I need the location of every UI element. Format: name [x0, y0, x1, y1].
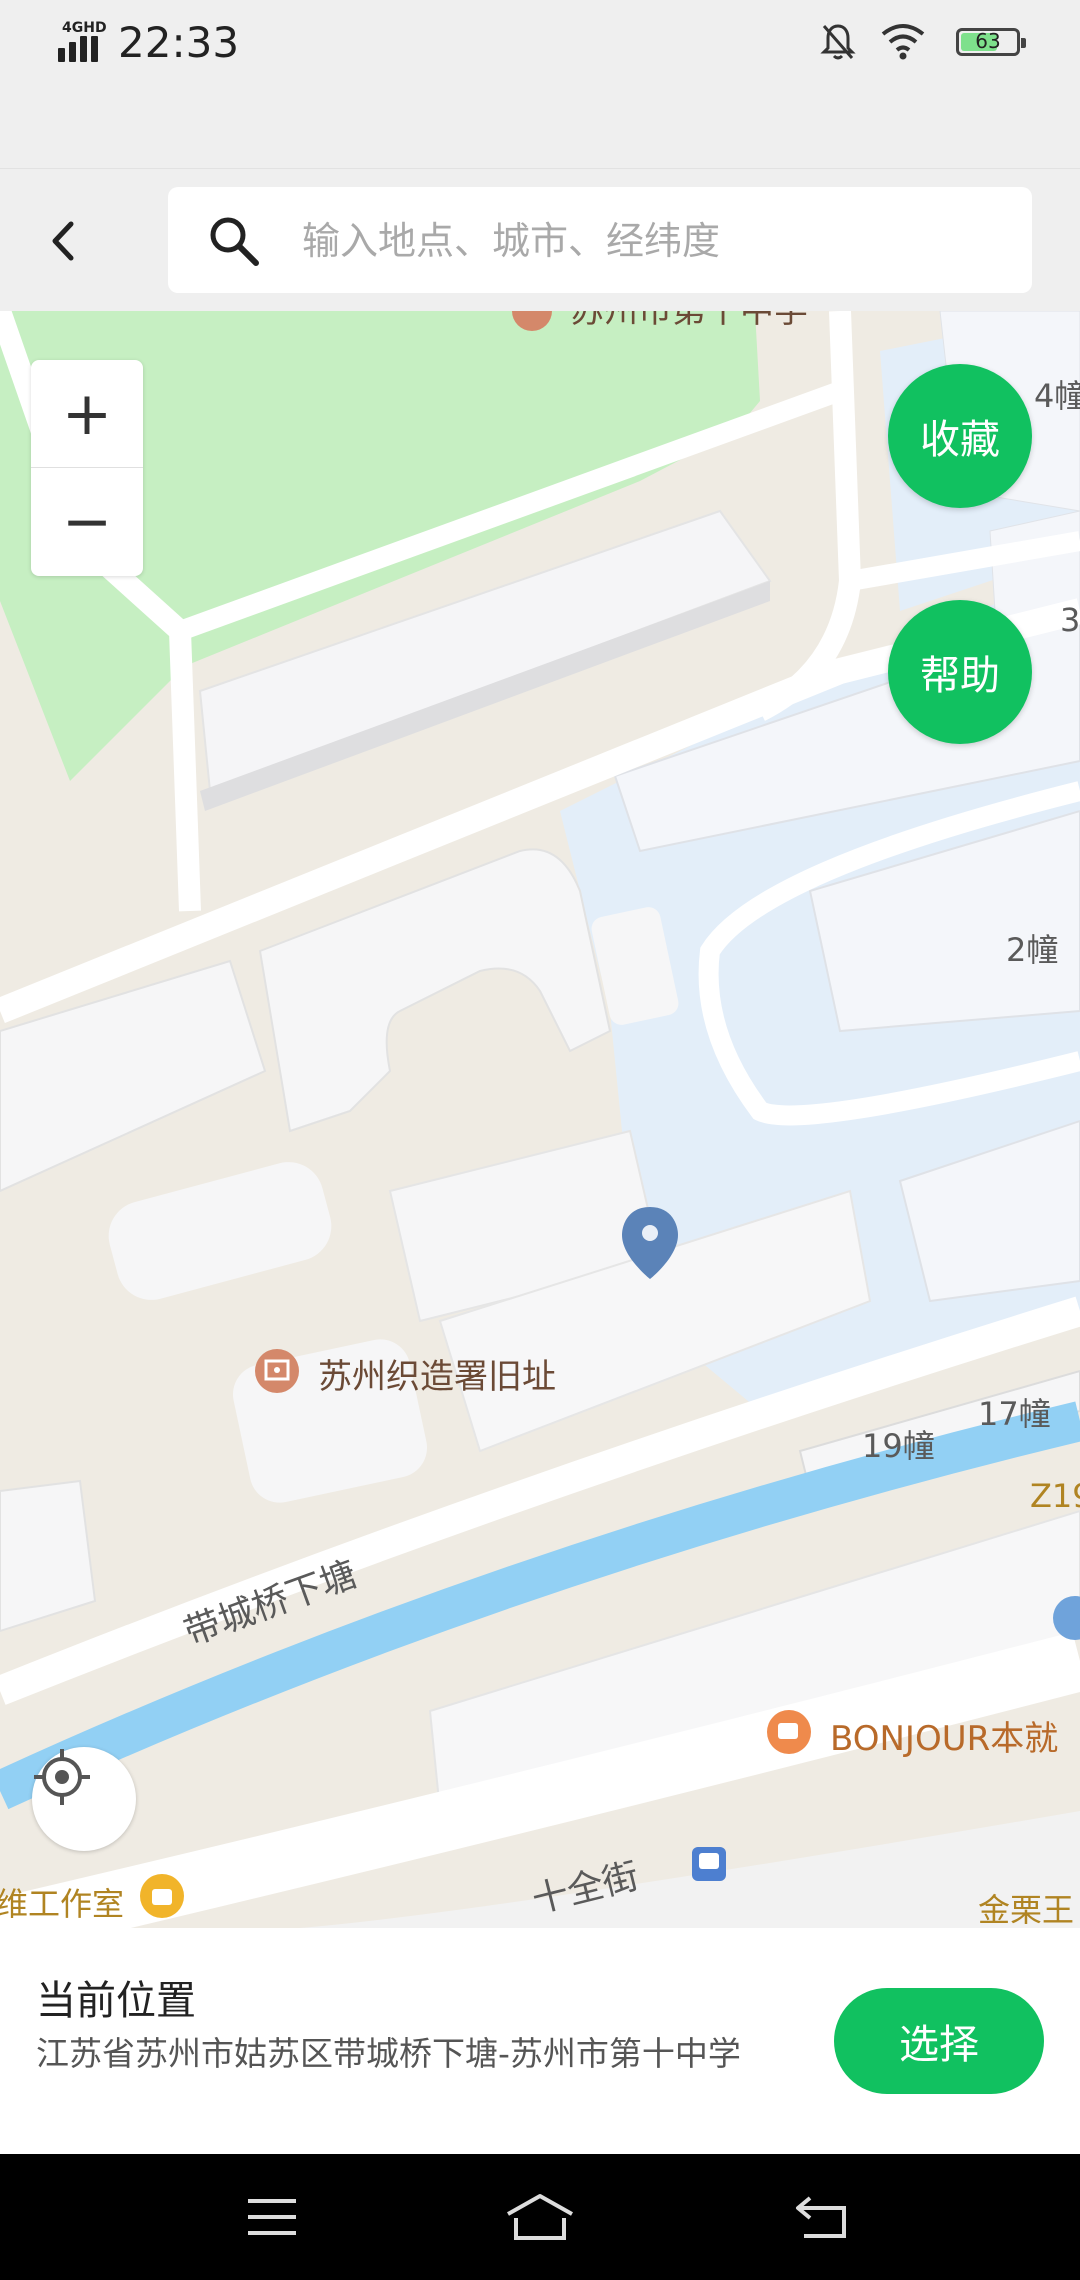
- poi-icon-heritage: [255, 1349, 299, 1393]
- status-bar: 4GHD 22:33 63: [0, 0, 1080, 84]
- map-view[interactable]: 苏州市第十中学 4幢 3 2幢 苏州织造署旧址 19幢 17幢 Z19 带城桥下…: [0, 311, 1080, 1928]
- search-input[interactable]: [300, 187, 1004, 295]
- back-button[interactable]: [30, 199, 94, 283]
- zoom-in-button[interactable]: +: [31, 360, 143, 468]
- home-icon: [507, 2194, 573, 2240]
- search-icon: [210, 217, 259, 266]
- map-label-bonjour: BONJOUR本就: [830, 1719, 1059, 1759]
- map-label-studio: 维工作室: [0, 1885, 125, 1923]
- screen: 4GHD 22:33 63 输入地点、城市、经纬度 苏州市第十中学 4幢 3 2…: [0, 0, 1080, 2280]
- map-label-building-4: 4幢: [1034, 377, 1080, 415]
- signal-icon: 4GHD: [58, 20, 110, 62]
- poi-icon-cafe: [767, 1710, 811, 1754]
- map-label-heritage: 苏州织造署旧址: [318, 1357, 556, 1397]
- map-label-jinli: 金栗王: [978, 1891, 1075, 1928]
- mute-icon: [820, 24, 856, 60]
- map-label-z19: Z19: [1030, 1477, 1080, 1515]
- network-type: 4GHD: [62, 20, 107, 36]
- chevron-left-icon: [52, 221, 74, 261]
- current-location-address: 江苏省苏州市姑苏区带城桥下塘-苏州市第十中学: [36, 2034, 741, 2073]
- status-time: 22:33: [118, 18, 240, 67]
- select-button[interactable]: 选择: [834, 1988, 1044, 2094]
- home-button[interactable]: [500, 2182, 580, 2252]
- zoom-control: + −: [31, 360, 143, 576]
- menu-icon: [248, 2199, 296, 2235]
- map-canvas: [0, 311, 1080, 1928]
- favorite-button[interactable]: 收藏: [888, 364, 1032, 508]
- battery-level: 63: [975, 29, 1001, 53]
- system-nav-bar: [0, 2154, 1080, 2280]
- current-location-title: 当前位置: [36, 1978, 196, 2024]
- search-box[interactable]: [168, 187, 1032, 295]
- help-button[interactable]: 帮助: [888, 600, 1032, 744]
- back-icon: [796, 2196, 846, 2238]
- bus-stop-icon: [692, 1847, 726, 1881]
- wifi-icon: [881, 24, 925, 60]
- zoom-out-button[interactable]: −: [31, 468, 143, 576]
- back-nav-button[interactable]: [782, 2182, 862, 2252]
- menu-button[interactable]: [232, 2182, 312, 2252]
- status-icons: 63: [820, 18, 1026, 66]
- battery-icon: 63: [956, 28, 1026, 56]
- map-label-building-17: 17幢: [978, 1395, 1051, 1433]
- current-location-panel: 当前位置 江苏省苏州市姑苏区带城桥下塘-苏州市第十中学 选择: [0, 1928, 1080, 2154]
- header: [0, 168, 1080, 312]
- locate-me-button[interactable]: [32, 1747, 136, 1851]
- map-label-building-19: 19幢: [862, 1427, 935, 1465]
- crosshair-icon: [34, 1749, 90, 1805]
- map-label-building-3: 3: [1060, 601, 1080, 639]
- poi-icon-studio: [140, 1874, 184, 1918]
- map-label-school: 苏州市第十中学: [570, 311, 808, 331]
- map-label-building-2: 2幢: [1006, 931, 1059, 969]
